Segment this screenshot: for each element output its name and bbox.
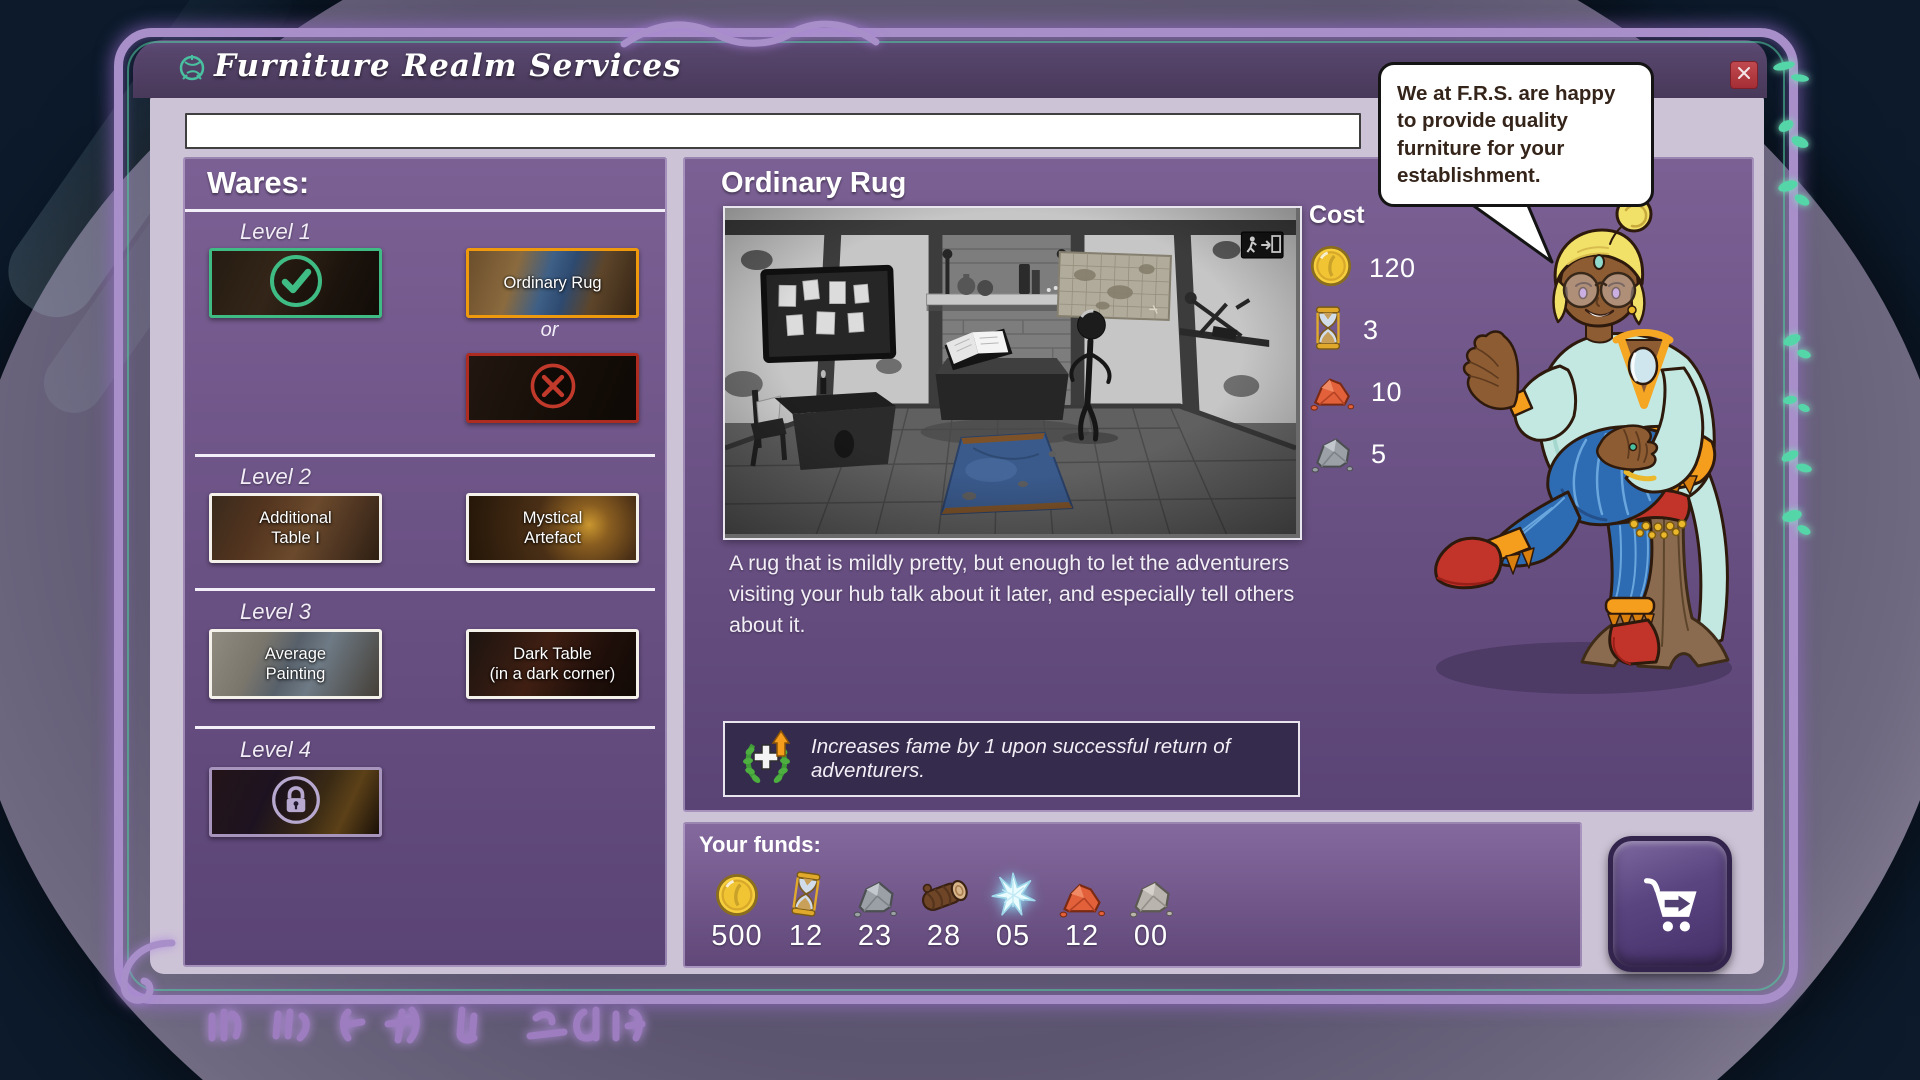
divider xyxy=(195,588,655,591)
item-preview-image xyxy=(723,206,1302,540)
effect-box: Increases fame by 1 upon successful retu… xyxy=(723,721,1300,797)
fund-item-red-ore: 12 xyxy=(1050,868,1114,953)
wood-log-icon xyxy=(912,868,976,918)
funds-heading: Your funds: xyxy=(699,832,821,858)
or-label: or xyxy=(466,319,633,342)
fame-icon xyxy=(741,729,793,790)
level-4-label: Level 4 xyxy=(240,737,311,763)
cost-value: 3 xyxy=(1363,315,1379,346)
fund-value: 05 xyxy=(981,920,1045,953)
ware-tile-locked[interactable] xyxy=(209,767,382,837)
ware-label: Dark Table (in a dark corner) xyxy=(484,644,622,684)
stone-icon xyxy=(843,868,907,918)
speech-bubble: We at F.R.S. are happy to provide qualit… xyxy=(1378,62,1654,207)
ware-label: Additional Table I xyxy=(253,508,337,548)
lock-icon xyxy=(270,774,322,831)
furniture-shop-screen: Furniture Realm Services Wares: Level 1 … xyxy=(0,0,1920,1080)
ware-label: Average Painting xyxy=(259,644,332,684)
divider xyxy=(195,454,655,457)
red-ore-icon xyxy=(1050,868,1114,918)
fund-value: 12 xyxy=(774,920,838,953)
fund-item-stone: 23 xyxy=(843,868,907,953)
fund-item-gold: 500 xyxy=(705,868,769,953)
fund-value: 500 xyxy=(705,920,769,953)
divider xyxy=(185,209,665,212)
x-icon xyxy=(528,361,578,416)
shop-rune-icon xyxy=(176,53,208,90)
message-input[interactable] xyxy=(185,113,1361,149)
item-description: A rug that is mildly pretty, but enough … xyxy=(729,548,1321,641)
red-ore-icon xyxy=(1309,369,1355,416)
wares-heading: Wares: xyxy=(207,165,309,201)
divider xyxy=(195,726,655,729)
wares-panel: Wares: Level 1 Ordinary Rug or L xyxy=(183,157,667,967)
effect-text: Increases fame by 1 upon successful retu… xyxy=(811,735,1282,783)
ware-tile-additional-table[interactable]: Additional Table I xyxy=(209,493,382,563)
fund-value: 12 xyxy=(1050,920,1114,953)
fund-item-rock: 00 xyxy=(1119,868,1183,953)
x-icon xyxy=(1736,65,1752,86)
fund-item-time: 12 xyxy=(774,868,838,953)
funds-row: 500 12 23 28 xyxy=(705,868,1183,953)
ware-tile-ordinary-rug[interactable]: Ordinary Rug xyxy=(466,248,639,318)
ware-label: Ordinary Rug xyxy=(497,273,607,293)
ware-label: Mystical Artefact xyxy=(517,508,589,548)
item-title: Ordinary Rug xyxy=(721,167,906,200)
hourglass-icon xyxy=(774,868,838,918)
level-1-label: Level 1 xyxy=(240,219,311,245)
fund-value: 00 xyxy=(1119,920,1183,953)
coin-icon xyxy=(705,868,769,918)
ware-tile-dark-table[interactable]: Dark Table (in a dark corner) xyxy=(466,629,639,699)
ware-tile-average-painting[interactable]: Average Painting xyxy=(209,629,382,699)
fund-value: 28 xyxy=(912,920,976,953)
level-3-label: Level 3 xyxy=(240,599,311,625)
fund-item-wood: 28 xyxy=(912,868,976,953)
hourglass-icon xyxy=(1309,304,1347,357)
close-button[interactable] xyxy=(1730,61,1758,89)
buy-button[interactable] xyxy=(1608,836,1732,972)
cost-value: 5 xyxy=(1371,439,1387,470)
ware-tile-owned[interactable] xyxy=(209,248,382,318)
cart-icon xyxy=(1636,868,1704,941)
speech-bubble-tail xyxy=(1452,196,1562,273)
ice-crystal-icon xyxy=(981,868,1045,918)
window-title: Furniture Realm Services xyxy=(214,48,682,84)
fund-item-crystal: 05 xyxy=(981,868,1045,953)
ware-tile-mystical-artefact[interactable]: Mystical Artefact xyxy=(466,493,639,563)
stone-icon xyxy=(1309,431,1355,478)
level-2-label: Level 2 xyxy=(240,464,311,490)
funds-panel: Your funds: 500 12 23 xyxy=(683,822,1582,968)
rock-icon xyxy=(1119,868,1183,918)
speech-text: We at F.R.S. are happy to provide qualit… xyxy=(1397,82,1615,187)
fund-value: 23 xyxy=(843,920,907,953)
coin-icon xyxy=(1309,244,1353,293)
check-icon xyxy=(268,253,324,314)
cost-value: 10 xyxy=(1371,377,1402,408)
ware-tile-unavailable[interactable] xyxy=(466,353,639,423)
